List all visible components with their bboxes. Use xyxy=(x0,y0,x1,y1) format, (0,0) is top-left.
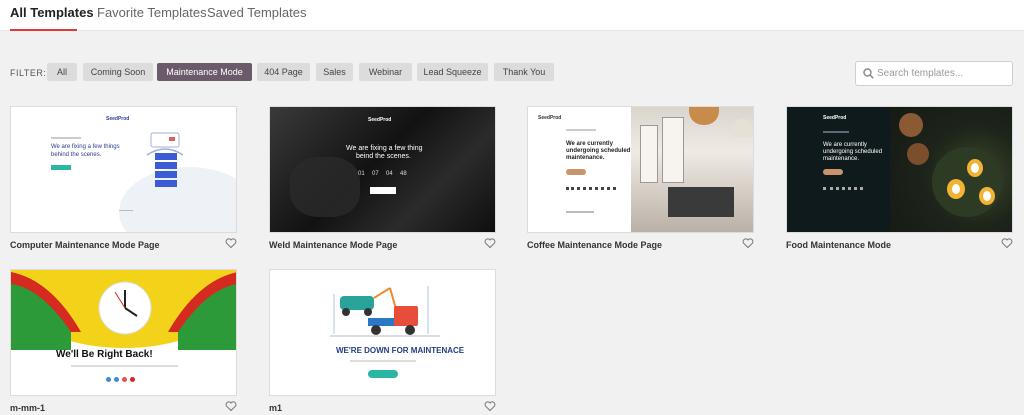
thumb-brand: SeedProd xyxy=(106,116,130,122)
thumb-headline: We are fixing a few things xyxy=(51,144,120,150)
filter-webinar[interactable]: Webinar xyxy=(359,63,412,81)
thumb-headline: behind the scenes. xyxy=(51,152,102,158)
template-thumbnail[interactable]: SeedProd We are fixing a few thing beind… xyxy=(269,106,496,233)
tab-saved-templates[interactable]: Saved Templates xyxy=(207,5,307,20)
card-title: m-mm-1 xyxy=(10,403,46,413)
thumb-headline: maintenance. xyxy=(823,156,860,162)
thumb-headline: undergoing scheduled xyxy=(823,149,883,155)
thumb-headline: undergoing scheduled xyxy=(566,148,631,154)
card-title: Food Maintenance Mode xyxy=(786,240,892,250)
card-title: m1 xyxy=(269,403,283,413)
thumb-headline: maintenance. xyxy=(566,155,605,161)
filter-sales[interactable]: Sales xyxy=(316,63,353,81)
countdown-days: 01 xyxy=(358,171,365,177)
countdown-hours: 07 xyxy=(372,171,379,177)
search-input[interactable] xyxy=(877,65,1009,82)
card-title: Weld Maintenance Mode Page xyxy=(269,240,398,250)
tab-all-templates[interactable]: All Templates xyxy=(10,5,94,20)
template-thumbnail[interactable]: We'll Be Right Back! xyxy=(10,269,237,396)
filter-lead-squeeze[interactable]: Lead Squeeze xyxy=(417,63,488,81)
card-title: Coffee Maintenance Mode Page xyxy=(527,240,663,250)
heart-icon[interactable] xyxy=(484,400,496,412)
template-thumbnail[interactable]: WE'RE DOWN FOR MAINTENACE xyxy=(269,269,496,396)
heart-icon[interactable] xyxy=(484,237,496,249)
heart-icon[interactable] xyxy=(1001,237,1013,249)
filter-all[interactable]: All xyxy=(47,63,77,81)
thumb-headline: beind the scenes. xyxy=(356,153,411,160)
tow-truck-illustration xyxy=(330,286,440,337)
server-illustration xyxy=(146,132,184,187)
thumb-headline: We are currently xyxy=(566,141,613,147)
template-tabs: All Templates Favorite Templates Saved T… xyxy=(0,0,1024,31)
thumb-brand: SeedProd xyxy=(823,115,847,121)
thumb-brand: SeedProd xyxy=(368,117,392,123)
filter-maintenance-mode[interactable]: Maintenance Mode xyxy=(157,63,252,81)
tab-favorite-templates[interactable]: Favorite Templates xyxy=(97,5,207,20)
thumb-headline: We are fixing a few thing xyxy=(346,145,423,152)
countdown-seconds: 48 xyxy=(400,171,407,177)
template-thumbnail[interactable]: SeedProd We are currently undergoing sch… xyxy=(527,106,754,233)
card-title: Computer Maintenance Mode Page xyxy=(10,240,160,250)
template-thumbnail[interactable]: SeedProd We are fixing a few things behi… xyxy=(10,106,237,233)
heart-icon[interactable] xyxy=(225,237,237,249)
clock-icon xyxy=(98,281,152,335)
filter-404-page[interactable]: 404 Page xyxy=(257,63,310,81)
thumb-headline: We'll Be Right Back! xyxy=(56,349,153,360)
search-icon xyxy=(863,68,874,79)
thumb-brand: SeedProd xyxy=(538,115,562,121)
filter-label: FILTER: xyxy=(10,68,47,78)
countdown-minutes: 04 xyxy=(386,171,393,177)
active-tab-indicator xyxy=(10,29,77,31)
heart-icon[interactable] xyxy=(742,237,754,249)
search-box[interactable] xyxy=(855,61,1013,86)
filter-thank-you[interactable]: Thank You xyxy=(494,63,554,81)
filter-coming-soon[interactable]: Coming Soon xyxy=(83,63,153,81)
thumb-headline: WE'RE DOWN FOR MAINTENACE xyxy=(336,346,465,355)
heart-icon[interactable] xyxy=(225,400,237,412)
template-thumbnail[interactable]: SeedProd We are currently undergoing sch… xyxy=(786,106,1013,233)
thumb-headline: We are currently xyxy=(823,142,867,148)
